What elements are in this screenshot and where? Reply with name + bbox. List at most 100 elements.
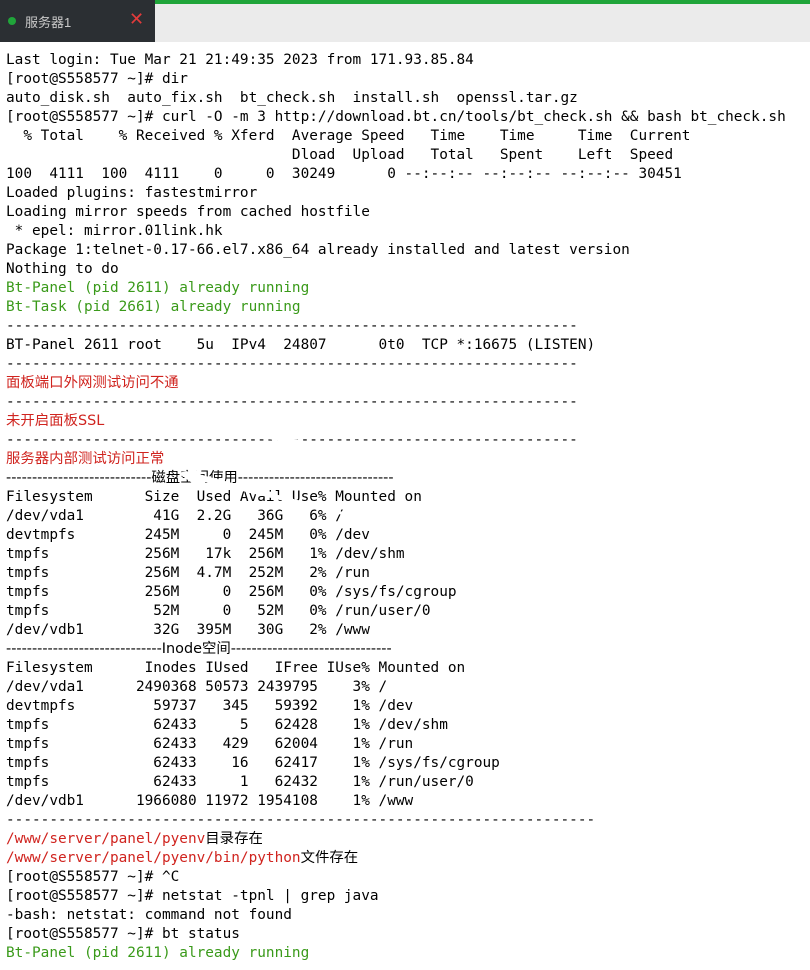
terminal-line: tmpfs 256M 0 256M 0% /sys/fs/cgroup [6, 583, 786, 602]
terminal-text: Loading mirror speeds from cached hostfi… [6, 204, 370, 220]
terminal-line: Filesystem Inodes IUsed IFree IUse% Moun… [6, 659, 786, 678]
terminal-line: [root@S558577 ~]# bt status [6, 925, 786, 944]
terminal-text: Dload Upload Total Spent Left Speed [6, 147, 674, 163]
terminal-text: Filesystem Inodes IUsed IFree IUse% Moun… [6, 660, 466, 676]
terminal-text: /dev/vda1 2490368 50573 2439795 3% / [6, 679, 388, 695]
terminal-line: ----------------------------------------… [6, 393, 786, 412]
terminal-text: ----------------------------------------… [6, 812, 596, 828]
terminal-line: ------------------------------Inode空间---… [6, 640, 786, 659]
terminal-text: ----------------------------------------… [6, 356, 578, 372]
terminal-line: -bash: netstat: command not found [6, 906, 786, 925]
terminal-text: tmpfs 256M 17k 256M 1% /dev/shm [6, 546, 405, 562]
terminal-line: devtmpfs 59737 345 59392 1% /dev [6, 697, 786, 716]
terminal-text: Nothing to do [6, 261, 119, 277]
terminal-line: Dload Upload Total Spent Left Speed [6, 146, 786, 165]
terminal-text: devtmpfs 245M 0 245M 0% /dev [6, 527, 370, 543]
terminal-line: Bt-Panel (pid 2611) already running [6, 944, 786, 963]
terminal-text: /dev/vdb1 32G 395M 30G 2% /www [6, 622, 370, 638]
terminal-text: /www/server/panel/pyenv/bin/python [6, 850, 301, 866]
terminal-line: tmpfs 62433 429 62004 1% /run [6, 735, 786, 754]
terminal-text: 100 4111 100 4111 0 0 30249 0 --:--:-- -… [6, 166, 682, 182]
terminal-line: tmpfs 52M 0 52M 0% /run/user/0 [6, 602, 786, 621]
terminal-text: BT-Panel 2611 root 5u IPv4 24807 0t0 TCP… [6, 337, 596, 353]
terminal-text: tmpfs 62433 429 62004 1% /run [6, 736, 414, 752]
tab-bar-accent-line [155, 0, 810, 4]
terminal-text: [root@S558577 ~]# dir [6, 71, 188, 87]
terminal-line: tmpfs 62433 5 62428 1% /dev/shm [6, 716, 786, 735]
terminal-text: ----------------------------------------… [6, 318, 578, 334]
terminal-text: tmpfs 52M 0 52M 0% /run/user/0 [6, 603, 431, 619]
terminal-text: [root@S558577 ~]# ^C [6, 869, 180, 885]
terminal-text: Bt-Panel (pid 2611) already running [6, 945, 310, 961]
terminal-line: 面板端口外网测试访问不通 [6, 374, 786, 393]
terminal-line: Package 1:telnet-0.17-66.el7.x86_64 alre… [6, 241, 786, 260]
terminal-line: devtmpfs 245M 0 245M 0% /dev [6, 526, 786, 545]
terminal-text: Last login: Tue Mar 21 21:49:35 2023 fro… [6, 52, 474, 68]
terminal-line: 服务器内部测试访问正常 [6, 450, 786, 469]
terminal-line: [root@S558577 ~]# netstat -tpnl | grep j… [6, 887, 786, 906]
tab-server-1[interactable]: 服务器1 ✕ [0, 0, 155, 42]
terminal-text: 目录存在 [205, 831, 263, 847]
close-icon[interactable]: ✕ [129, 9, 144, 30]
terminal-text: devtmpfs 59737 345 59392 1% /dev [6, 698, 414, 714]
terminal-line: Loading mirror speeds from cached hostfi… [6, 203, 786, 222]
terminal-line: tmpfs 62433 16 62417 1% /sys/fs/cgroup [6, 754, 786, 773]
terminal-line: ----------------------------------------… [6, 355, 786, 374]
terminal-line: BT-Panel 2611 root 5u IPv4 24807 0t0 TCP… [6, 336, 786, 355]
terminal-text: -bash: netstat: command not found [6, 907, 292, 923]
terminal-line: Filesystem Size Used Avail Use% Mounted … [6, 488, 786, 507]
terminal-text: ----------------------------------------… [6, 432, 578, 448]
terminal-line: ----------------------------------------… [6, 811, 786, 830]
terminal-text: tmpfs 256M 0 256M 0% /sys/fs/cgroup [6, 584, 457, 600]
terminal-line: /www/server/panel/pyenv/bin/python文件存在 [6, 849, 786, 868]
terminal-line: auto_disk.sh auto_fix.sh bt_check.sh ins… [6, 89, 786, 108]
terminal-text: auto_disk.sh auto_fix.sh bt_check.sh ins… [6, 90, 578, 106]
terminal-line: tmpfs 256M 4.7M 252M 2% /run [6, 564, 786, 583]
terminal-text: Bt-Panel (pid 2611) already running [6, 280, 310, 296]
terminal-line: tmpfs 256M 17k 256M 1% /dev/shm [6, 545, 786, 564]
terminal-text: [root@S558577 ~]# bt status [6, 926, 240, 942]
terminal-line: /dev/vda1 2490368 50573 2439795 3% / [6, 678, 786, 697]
terminal-text: * epel: mirror.01link.hk [6, 223, 223, 239]
terminal-line: Bt-Task (pid 2661) already running [6, 298, 786, 317]
terminal-line: /www/server/panel/pyenv目录存在 [6, 830, 786, 849]
terminal-line: Last login: Tue Mar 21 21:49:35 2023 fro… [6, 51, 786, 70]
terminal-text: ----------------------------------------… [6, 394, 578, 410]
terminal-text: Filesystem Size Used Avail Use% Mounted … [6, 489, 422, 505]
terminal-line: [root@S558577 ~]# ^C [6, 868, 786, 887]
terminal-line: /dev/vdb1 1966080 11972 1954108 1% /www [6, 792, 786, 811]
terminal-line: /dev/vdb1 32G 395M 30G 2% /www [6, 621, 786, 640]
terminal-text: tmpfs 256M 4.7M 252M 2% /run [6, 565, 370, 581]
terminal-text: Package 1:telnet-0.17-66.el7.x86_64 alre… [6, 242, 630, 258]
terminal-text: 服务器内部测试访问正常 [6, 451, 165, 467]
terminal-line: [root@S558577 ~]# dir [6, 70, 786, 89]
terminal-line: 未开启面板SSL [6, 412, 786, 431]
terminal-line: ----------------------------------------… [6, 317, 786, 336]
terminal-text: /dev/vdb1 1966080 11972 1954108 1% /www [6, 793, 414, 809]
terminal-line: /dev/vda1 41G 2.2G 36G 6% / [6, 507, 786, 526]
terminal-text: tmpfs 62433 1 62432 1% /run/user/0 [6, 774, 474, 790]
terminal-text: 文件存在 [300, 850, 359, 866]
terminal-line: Loaded plugins: fastestmirror [6, 184, 786, 203]
terminal-text: [root@S558577 ~]# netstat -tpnl | grep j… [6, 888, 379, 904]
terminal-text: /www/server/panel/pyenv [6, 831, 206, 847]
terminal-text: [root@S558577 ~]# curl -O -m 3 http://do… [6, 109, 786, 125]
status-dot-icon [8, 17, 16, 25]
terminal-text: tmpfs 62433 5 62428 1% /dev/shm [6, 717, 448, 733]
terminal-line: * epel: mirror.01link.hk [6, 222, 786, 241]
tab-label: 服务器1 [25, 15, 72, 30]
terminal-text: ----------------------------磁盘空间使用------… [6, 470, 394, 486]
terminal-text: tmpfs 62433 16 62417 1% /sys/fs/cgroup [6, 755, 500, 771]
terminal-line: ----------------------------------------… [6, 431, 786, 450]
terminal-line: Nothing to do [6, 260, 786, 279]
terminal-line: 100 4111 100 4111 0 0 30249 0 --:--:-- -… [6, 165, 786, 184]
terminal-text: /dev/vda1 41G 2.2G 36G 6% / [6, 508, 344, 524]
terminal-text: Bt-Task (pid 2661) already running [6, 299, 301, 315]
terminal-output[interactable]: Last login: Tue Mar 21 21:49:35 2023 fro… [6, 51, 786, 963]
terminal-line: tmpfs 62433 1 62432 1% /run/user/0 [6, 773, 786, 792]
terminal-line: Bt-Panel (pid 2611) already running [6, 279, 786, 298]
terminal-text: Loaded plugins: fastestmirror [6, 185, 258, 201]
terminal-line: [root@S558577 ~]# curl -O -m 3 http://do… [6, 108, 786, 127]
terminal-line: % Total % Received % Xferd Average Speed… [6, 127, 786, 146]
tab-bar: 服务器1 ✕ [0, 0, 810, 42]
